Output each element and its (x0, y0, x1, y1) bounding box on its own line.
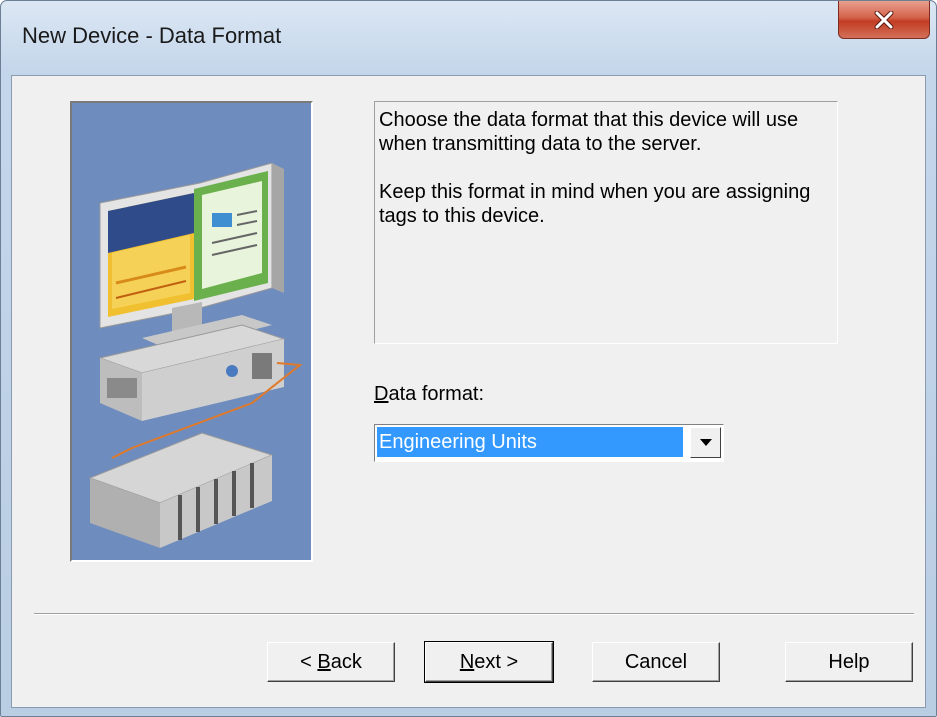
data-format-label-rest: ata format: (388, 383, 485, 405)
separator-line (34, 613, 914, 615)
back-button[interactable]: < Back (267, 642, 395, 682)
back-prefix: < (300, 650, 318, 673)
help-button[interactable]: Help (785, 642, 913, 682)
next-accel: N (459, 650, 475, 673)
window-title: New Device - Data Format (22, 23, 282, 48)
data-format-label: Data format: (374, 383, 484, 406)
data-format-label-accel: D (374, 383, 389, 405)
data-format-selected-value[interactable]: Engineering Units (377, 427, 683, 457)
dialog-window: New Device - Data Format Choose the data… (0, 0, 937, 717)
cancel-button[interactable]: Cancel (592, 642, 720, 682)
dropdown-button[interactable] (690, 427, 721, 458)
dialog-client-area: Choose the data format that this device … (11, 75, 926, 708)
description-paragraph-2: Keep this format in mind when you are as… (379, 181, 811, 227)
title-bar[interactable]: New Device - Data Format (1, 1, 936, 75)
back-rest: ack (330, 650, 362, 673)
next-rest: ext > (474, 650, 519, 673)
back-accel: B (317, 650, 331, 673)
close-icon (874, 10, 894, 29)
computer-device-illustration (70, 101, 313, 562)
next-button[interactable]: Next > (424, 641, 554, 683)
description-box: Choose the data format that this device … (374, 101, 838, 344)
description-paragraph-1: Choose the data format that this device … (379, 109, 799, 155)
close-button[interactable] (838, 1, 930, 39)
data-format-select[interactable]: Engineering Units (374, 424, 724, 462)
chevron-down-icon (699, 438, 712, 446)
